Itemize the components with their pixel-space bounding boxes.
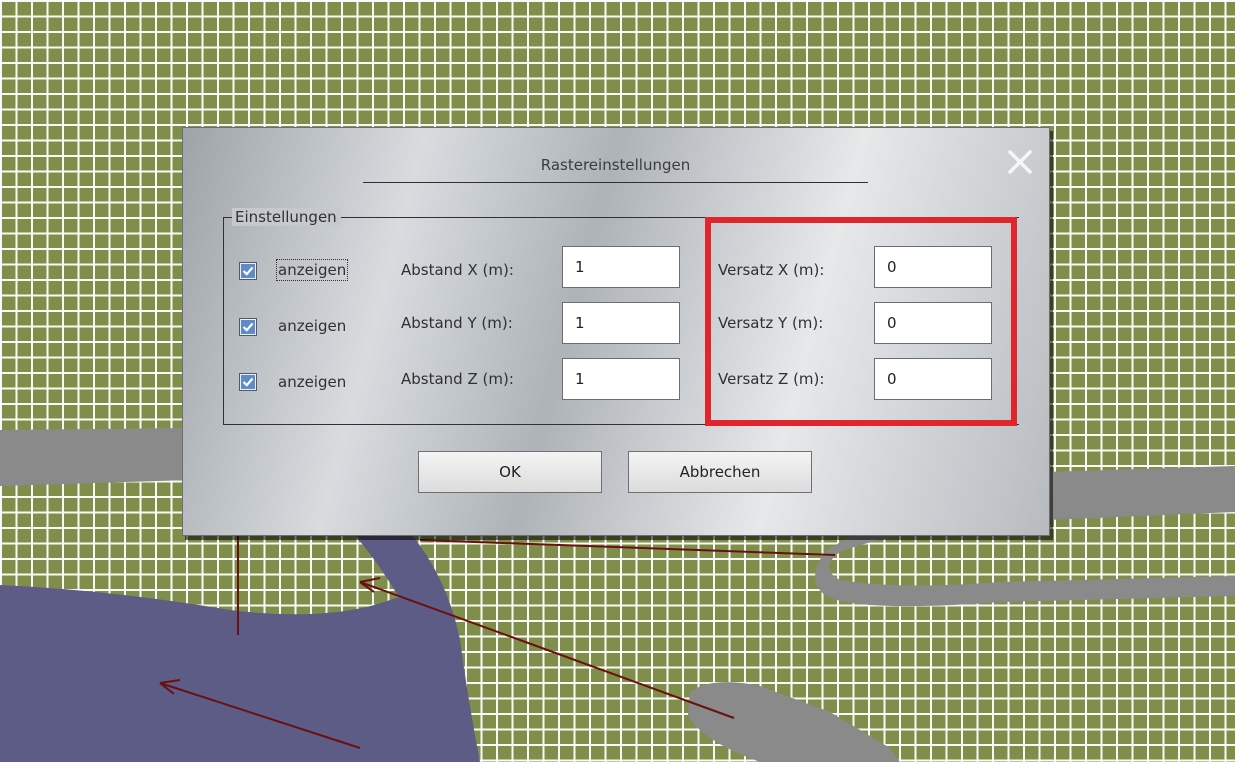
grid-settings-dialog: Rastereinstellungen Einstellungen anzeig… (182, 127, 1050, 536)
show-z-label[interactable]: anzeigen (278, 373, 346, 391)
road-patch (688, 682, 900, 762)
close-button[interactable] (1005, 147, 1035, 177)
spacing-x-input[interactable] (562, 246, 680, 288)
close-icon (1005, 147, 1035, 177)
spacing-z-label: Abstand Z (m): (401, 370, 514, 388)
offset-highlight-box (705, 217, 1017, 426)
checkmark-icon (241, 264, 255, 278)
groupbox-legend: Einstellungen (232, 208, 341, 226)
checkmark-icon (241, 320, 255, 334)
show-y-label[interactable]: anzeigen (278, 317, 346, 335)
spacing-z-input[interactable] (562, 358, 680, 400)
grid-viewport[interactable]: Rastereinstellungen Einstellungen anzeig… (0, 0, 1235, 762)
checkmark-icon (241, 375, 255, 389)
road-left (0, 428, 190, 486)
spacing-x-label: Abstand X (m): (401, 261, 514, 279)
cancel-button[interactable]: Abbrechen (628, 451, 812, 493)
spacing-y-input[interactable] (562, 302, 680, 344)
show-y-checkbox[interactable] (239, 318, 257, 336)
dialog-title: Rastereinstellungen (540, 156, 691, 174)
show-z-checkbox[interactable] (239, 373, 257, 391)
ok-button[interactable]: OK (418, 451, 602, 493)
spacing-y-label: Abstand Y (m): (401, 314, 513, 332)
show-x-checkbox[interactable] (239, 262, 257, 280)
title-underline (363, 182, 868, 183)
show-x-label[interactable]: anzeigen (275, 259, 349, 281)
